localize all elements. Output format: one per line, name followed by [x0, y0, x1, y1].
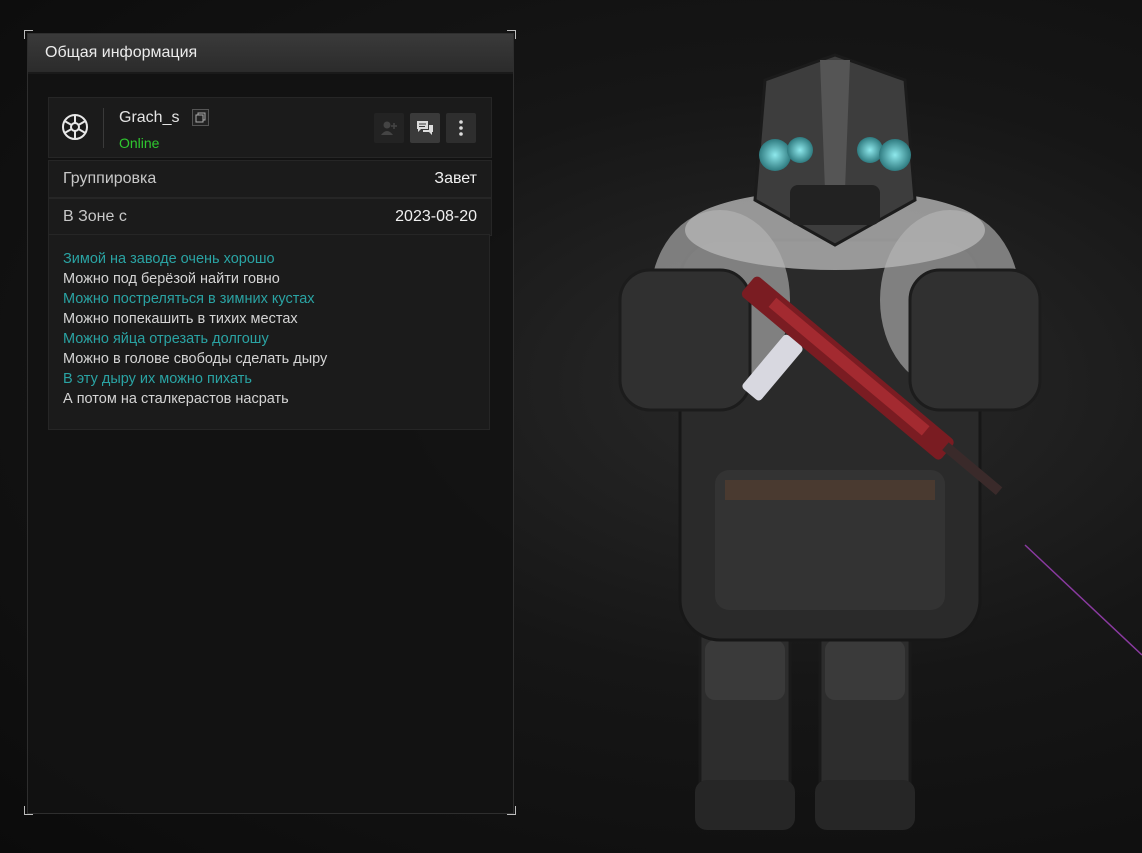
username: Grach_s — [119, 109, 180, 126]
character-model — [618, 53, 1142, 830]
message-button[interactable] — [410, 113, 440, 143]
zone-since-value: 2023-08-20 — [395, 208, 477, 225]
add-friend-button[interactable] — [374, 113, 404, 143]
copy-name-button[interactable] — [192, 109, 209, 126]
copy-icon — [195, 112, 206, 123]
panel-title: Общая информация — [45, 44, 198, 61]
bio-line: А потом на сталкерастов насрать — [63, 391, 289, 407]
bio-line: Можно пострелять­ся в зимних кустах — [63, 291, 315, 307]
panel-header: Общая информация — [28, 34, 513, 74]
divider — [103, 108, 104, 148]
user-card: Grach_s Online — [48, 97, 492, 158]
online-status: Online — [119, 135, 160, 151]
add-friend-icon — [381, 121, 397, 135]
bio-line: Можно попекашить в тихих местах — [63, 311, 298, 327]
bio-line: Можно под берёзой найти говно — [63, 271, 280, 287]
vertical-dots-icon — [459, 120, 463, 136]
faction-label: Группировка — [63, 170, 157, 187]
bio-block: Зимой на заводе очень хорошо Можно под б… — [48, 234, 490, 430]
bio-line: Можно яйца отрезать долгошу — [63, 331, 269, 347]
chat-icon — [417, 121, 433, 135]
faction-row: Группировка Завет — [48, 160, 492, 198]
zone-since-label: В Зоне с — [63, 208, 127, 225]
general-info-panel: Общая информация Grach_s Online Группиро… — [27, 33, 514, 814]
bio-line: Зимой на заводе очень хорошо — [63, 251, 275, 267]
faction-value: Завет — [434, 170, 477, 187]
bio-line: В эту дыру их можно пихать — [63, 371, 252, 387]
snowflake-emblem-icon — [62, 114, 88, 140]
zone-since-row: В Зоне с 2023-08-20 — [48, 198, 492, 236]
more-options-button[interactable] — [446, 113, 476, 143]
bio-line: Можно в голове свободы сделать дыру — [63, 351, 328, 367]
